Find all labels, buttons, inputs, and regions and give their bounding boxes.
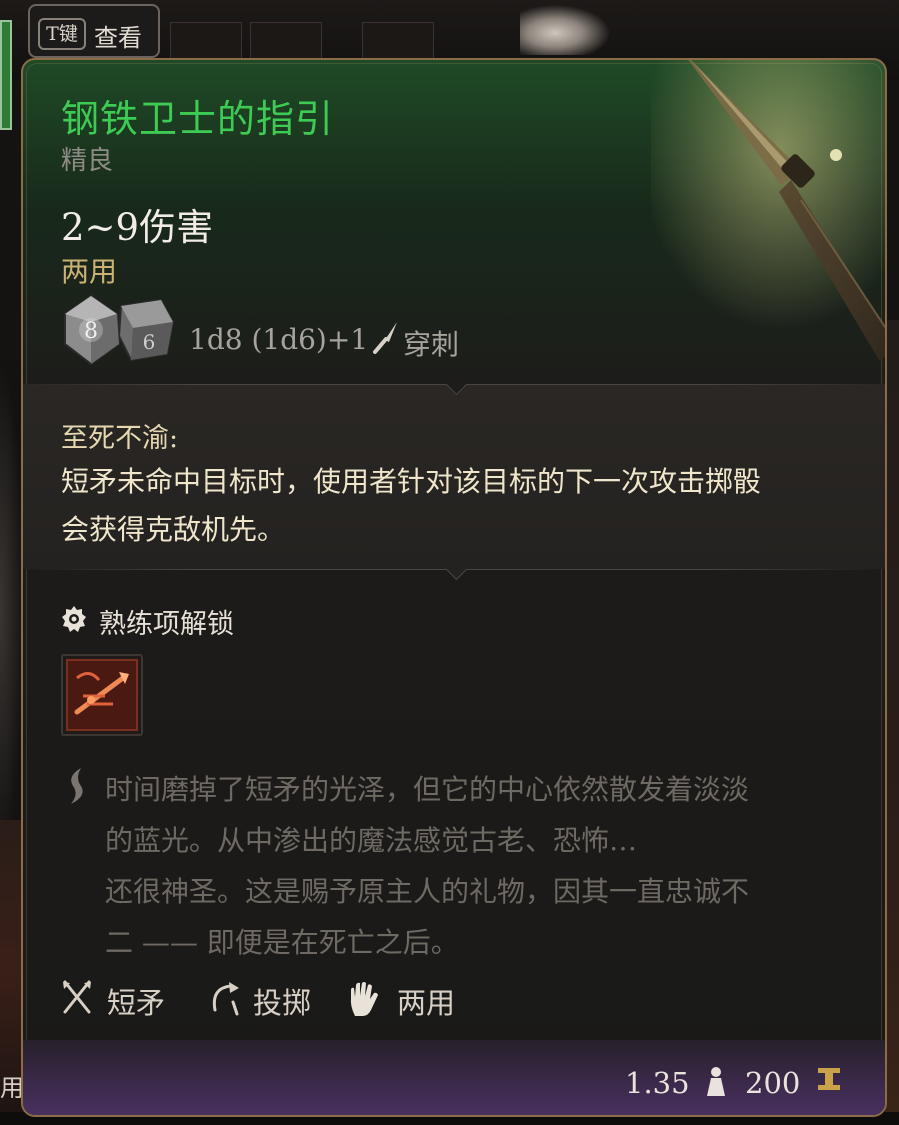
d6-face-label: 6 (143, 330, 156, 354)
item-tooltip: 钢铁卫士的指引 精良 2~9伤害 两用 6 8 1d8 (1d6)+1 穿刺 至… (21, 58, 887, 1117)
d8-face-label: 8 (84, 319, 98, 344)
tag-label: 投掷 (253, 986, 312, 1020)
item-price: 200 (745, 1066, 801, 1100)
proficiency-badge-icon (62, 606, 86, 632)
item-weight: 1.35 (625, 1066, 690, 1100)
lore-line: 的蓝光。从中渗出的魔法感觉古老、恐怖… (105, 824, 638, 857)
background-right-panel (885, 320, 899, 1125)
passive-ability-description: 短矛未命中目标时，使用者针对该目标的下一次攻击掷骰会获得克敌机先。 (61, 465, 762, 546)
item-lore-text: 时间磨掉了短矛的光泽，但它的中心依然散发着淡淡 的蓝光。从中渗出的魔法感觉古老、… (105, 764, 865, 968)
lore-line: 时间磨掉了短矛的光泽，但它的中心依然散发着淡淡 (105, 773, 750, 806)
piercing-damage-icon (373, 322, 397, 354)
passive-ability-title: 至死不渝: (61, 423, 179, 454)
damage-formula: 1d8 (1d6)+1 (189, 323, 369, 356)
inspect-hotkey-prompt[interactable]: T键 查看 (28, 4, 160, 58)
proficiency-unlock-title: 熟练项解锁 (99, 609, 234, 640)
lore-line: 二 —— 即便是在死亡之后。 (105, 926, 459, 959)
tag-label: 短矛 (107, 986, 166, 1020)
item-rarity: 精良 (61, 146, 114, 176)
d6-dice-icon: 6 (117, 298, 175, 362)
proficiency-skill-slot[interactable] (61, 654, 143, 736)
character-portrait (520, 0, 620, 55)
weight-icon (707, 1067, 725, 1096)
lore-line: 还很神圣。这是赐予原主人的礼物，因其一直忠诚不 (105, 875, 750, 908)
hotkey-badge: T键 (38, 18, 86, 50)
handedness-label: 两用 (61, 255, 118, 288)
lore-quill-icon (71, 768, 83, 804)
d8-dice-icon: 8 (64, 294, 121, 366)
selected-slot-highlight (0, 20, 12, 130)
hotkey-action-label: 查看 (94, 24, 142, 52)
pierce-skill-icon (66, 659, 138, 731)
gold-coin-icon (818, 1068, 840, 1090)
hand-icon (350, 982, 378, 1016)
damage-dice-icons: 6 8 (64, 294, 175, 366)
damage-type: 穿刺 (403, 328, 460, 361)
item-name: 钢铁卫士的指引 (61, 97, 335, 141)
damage-range: 2~9伤害 (61, 206, 214, 249)
throw-icon (212, 982, 239, 1016)
spear-item-art (651, 60, 885, 360)
tag-label: 两用 (397, 986, 456, 1020)
crossed-spears-icon (63, 980, 91, 1014)
